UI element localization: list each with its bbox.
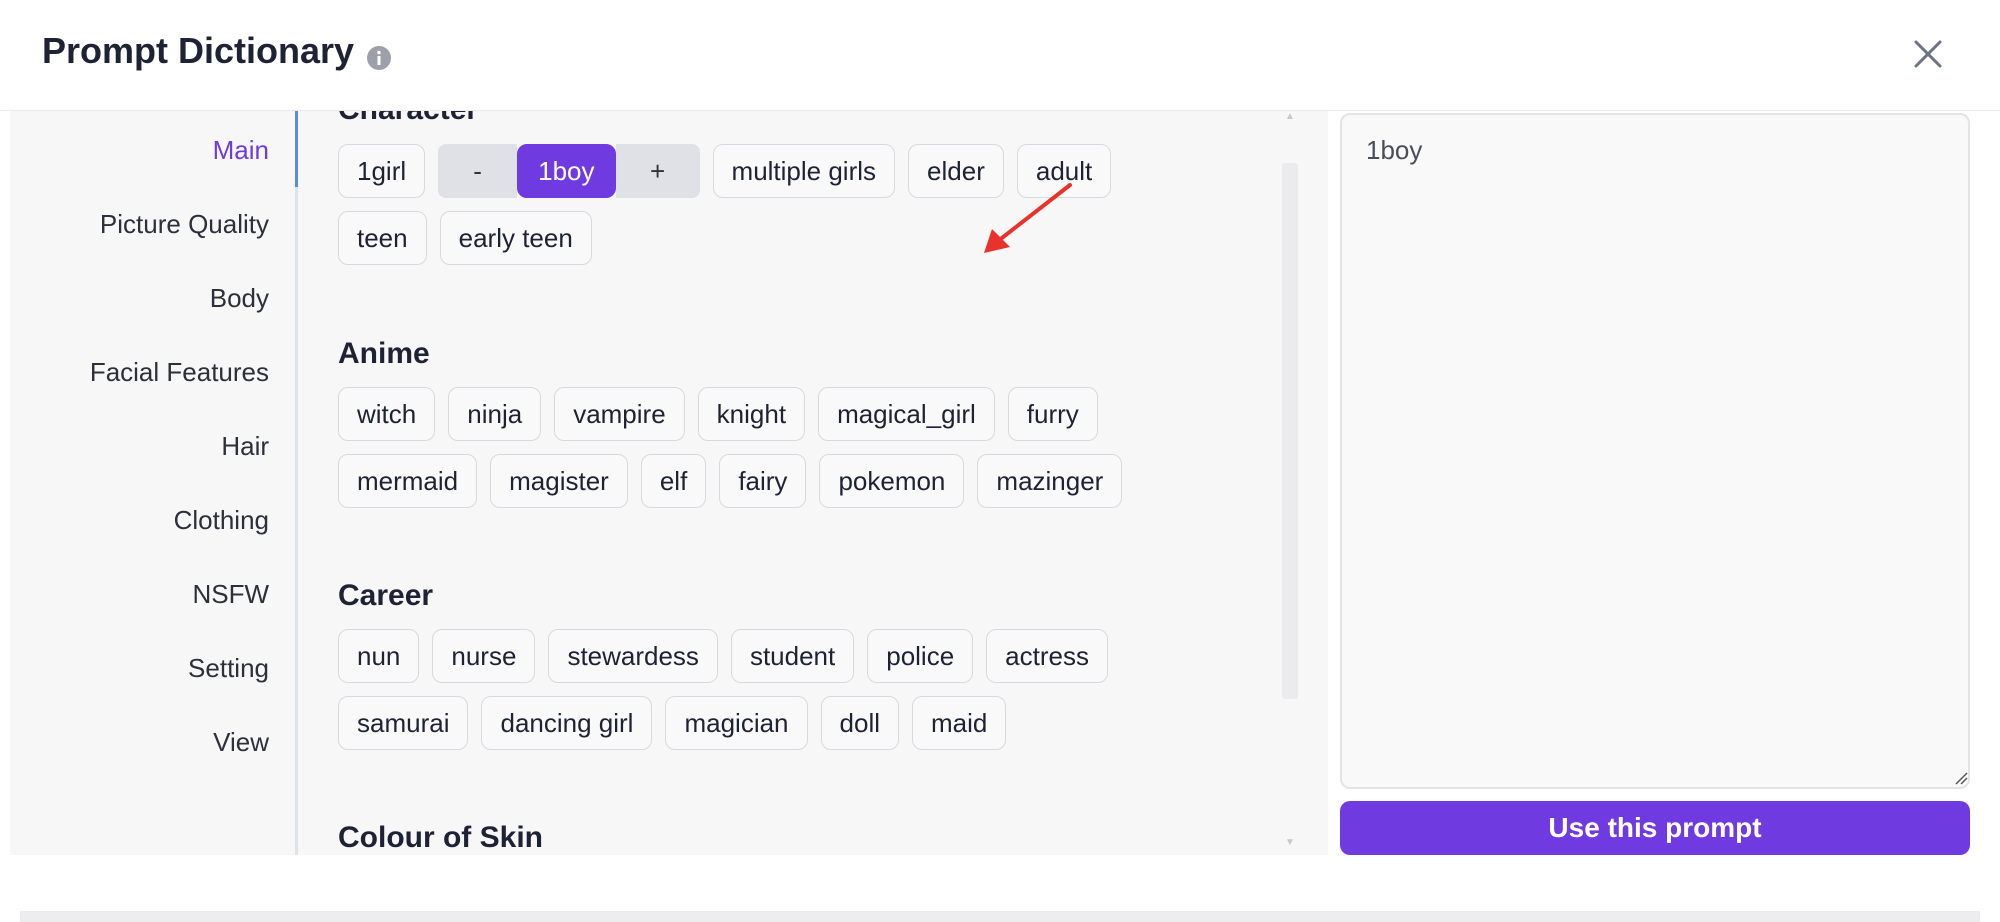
sidebar-item-nsfw[interactable]: NSFW [192, 574, 269, 614]
character-row-2: teen early teen [338, 211, 592, 265]
resize-grip-icon[interactable] [1952, 769, 1968, 785]
tag-multiple-girls[interactable]: multiple girls [712, 144, 896, 198]
category-sidebar: Main Picture Quality Body Facial Feature… [10, 111, 295, 855]
sidebar-item-hair[interactable]: Hair [221, 426, 269, 466]
tag-witch[interactable]: witch [338, 387, 436, 441]
tag-teen[interactable]: teen [338, 211, 427, 265]
sidebar-item-setting[interactable]: Setting [188, 648, 269, 688]
tag-mermaid[interactable]: mermaid [338, 454, 478, 508]
tag-samurai[interactable]: samurai [338, 696, 469, 750]
tag-early-teen[interactable]: early teen [439, 211, 592, 265]
tag-doll[interactable]: doll [820, 696, 900, 750]
section-title-character: Character [338, 111, 478, 127]
tag-1girl[interactable]: 1girl [338, 144, 426, 198]
scroll-thumb[interactable] [1282, 163, 1298, 699]
tag-dancing-girl[interactable]: dancing girl [481, 696, 653, 750]
modal-title: Prompt Dictionary [42, 30, 355, 71]
prompt-textarea[interactable]: 1boy [1340, 113, 1970, 789]
sidebar-item-view[interactable]: View [213, 722, 269, 762]
tag-furry[interactable]: furry [1007, 387, 1098, 441]
tag-stewardess[interactable]: stewardess [548, 629, 718, 683]
prompt-panel: 1boy Use this prompt [1328, 111, 2000, 855]
tag-actress[interactable]: actress [986, 629, 1108, 683]
tag-vampire[interactable]: vampire [554, 387, 685, 441]
dictionary-body: Main Picture Quality Body Facial Feature… [10, 111, 2000, 855]
use-this-prompt-button[interactable]: Use this prompt [1340, 801, 1970, 855]
sidebar-item-body[interactable]: Body [210, 278, 269, 318]
tag-nurse[interactable]: nurse [432, 629, 536, 683]
section-title-colour-of-skin: Colour of Skin [338, 821, 543, 854]
tag-elf[interactable]: elf [640, 454, 707, 508]
scroll-down-icon[interactable]: ▼ [1282, 837, 1298, 849]
info-icon[interactable] [366, 45, 392, 71]
section-title-anime: Anime [338, 337, 430, 370]
content-scrollbar[interactable]: ▲ ▼ [1272, 111, 1300, 855]
tag-magical-girl[interactable]: magical_girl [818, 387, 995, 441]
sidebar-item-facial-features[interactable]: Facial Features [90, 352, 269, 392]
scroll-up-icon[interactable]: ▲ [1282, 111, 1298, 123]
sidebar-item-clothing[interactable]: Clothing [174, 500, 269, 540]
anime-row-1: witch ninja vampire knight magical_girl … [338, 387, 1098, 441]
section-title-career: Career [338, 579, 434, 612]
tag-magician[interactable]: magician [665, 696, 808, 750]
tag-police[interactable]: police [867, 629, 974, 683]
tag-fairy[interactable]: fairy [719, 454, 807, 508]
close-icon[interactable] [1910, 36, 1946, 72]
career-row-1: nun nurse stewardess student police actr… [338, 629, 1108, 683]
tag-mazinger[interactable]: mazinger [977, 454, 1123, 508]
tag-magister[interactable]: magister [490, 454, 628, 508]
tag-maid[interactable]: maid [912, 696, 1007, 750]
tag-content-area: Character 1girl - 1boy + multiple girls … [298, 111, 1328, 855]
bottom-scrollbar[interactable] [20, 911, 1980, 922]
tag-ninja[interactable]: ninja [448, 387, 542, 441]
tag-pokemon[interactable]: pokemon [819, 454, 965, 508]
modal-header: Prompt Dictionary [0, 0, 2000, 111]
sidebar-item-main[interactable]: Main [213, 130, 269, 170]
prompt-dictionary-modal: Prompt Dictionary Main Picture Quality B… [0, 0, 2000, 922]
tag-1boy-selected[interactable]: 1boy [517, 144, 616, 198]
tag-student[interactable]: student [730, 629, 855, 683]
sidebar-item-picture-quality[interactable]: Picture Quality [100, 204, 269, 244]
anime-row-2: mermaid magister elf fairy pokemon mazin… [338, 454, 1123, 508]
tag-nun[interactable]: nun [338, 629, 420, 683]
annotation-arrow-icon [984, 183, 1072, 253]
selected-tag-stepper: - 1boy + [438, 144, 700, 198]
tag-knight[interactable]: knight [697, 387, 806, 441]
career-row-2: samurai dancing girl magician doll maid [338, 696, 1007, 750]
decrease-weight-button[interactable]: - [438, 144, 518, 198]
increase-weight-button[interactable]: + [615, 144, 700, 198]
